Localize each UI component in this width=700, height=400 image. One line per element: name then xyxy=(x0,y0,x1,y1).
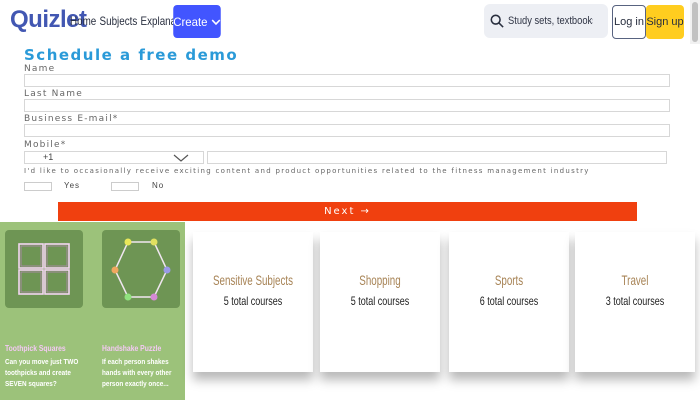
form-title: Schedule a free demo xyxy=(24,46,239,64)
course-card-travel[interactable]: Travel 3 total courses xyxy=(575,232,695,372)
nav-home[interactable]: Home xyxy=(70,14,96,28)
mobile-label: Mobile* xyxy=(24,140,67,150)
course-count: 3 total courses xyxy=(605,294,665,308)
nav-subjects[interactable]: Subjects xyxy=(100,14,138,28)
demo-form: Schedule a free demo Name Last Name Busi… xyxy=(0,44,700,224)
puzzle-title: Toothpick Squares xyxy=(5,344,66,353)
consent-yes-checkbox[interactable] xyxy=(24,182,52,191)
email-field[interactable] xyxy=(24,124,670,137)
consent-no-checkbox[interactable] xyxy=(111,182,139,191)
handshake-thumbnail xyxy=(102,230,180,308)
signup-button[interactable]: Sign up xyxy=(646,5,684,39)
chevron-down-icon xyxy=(173,154,189,162)
course-title: Sports xyxy=(494,272,524,288)
create-label: Create xyxy=(173,14,208,29)
country-code-select[interactable]: +1 xyxy=(24,151,204,164)
puzzle-description: If each person shakes hands with every o… xyxy=(102,357,172,388)
course-count: 5 total courses xyxy=(223,294,283,308)
course-count: 5 total courses xyxy=(350,294,410,308)
scrollbar-thumb[interactable] xyxy=(692,2,698,42)
create-button[interactable]: Create xyxy=(173,5,221,38)
country-code: +1 xyxy=(43,152,54,162)
hexagon-handshake-icon xyxy=(111,238,171,301)
yes-label: Yes xyxy=(64,181,81,190)
name-field[interactable] xyxy=(24,74,670,87)
course-count: 6 total courses xyxy=(479,294,539,308)
top-nav: Quizlet Home Subjects Explanations Creat… xyxy=(0,0,700,44)
toothpick-thumbnail xyxy=(5,230,83,308)
puzzle-panel: Toothpick Squares Can you move just TWO … xyxy=(0,222,185,400)
next-button[interactable]: Next → xyxy=(58,202,637,221)
chevron-down-icon xyxy=(211,18,221,25)
puzzle-card-toothpick[interactable]: Toothpick Squares Can you move just TWO … xyxy=(5,230,83,389)
course-cards: Sensitive Subjects 5 total courses Shopp… xyxy=(185,222,700,400)
search-icon xyxy=(490,14,504,28)
puzzle-description: Can you move just TWO toothpicks and cre… xyxy=(5,357,79,388)
search-input[interactable] xyxy=(508,15,593,27)
course-title: Sensitive Subjects xyxy=(212,272,294,288)
last-name-label: Last Name xyxy=(24,89,83,99)
login-button[interactable]: Log in xyxy=(612,5,646,39)
consent-text: I'd like to occasionally receive excitin… xyxy=(24,167,590,175)
course-card-shopping[interactable]: Shopping 5 total courses xyxy=(320,232,440,372)
course-title: Shopping xyxy=(359,272,401,288)
last-name-field[interactable] xyxy=(24,99,670,112)
puzzle-title: Handshake Puzzle xyxy=(102,344,162,353)
email-label: Business E-mail* xyxy=(24,114,119,124)
puzzle-card-handshake[interactable]: Handshake Puzzle If each person shakes h… xyxy=(102,230,180,389)
course-card-sensitive-subjects[interactable]: Sensitive Subjects 5 total courses xyxy=(193,232,313,372)
scrollbar[interactable] xyxy=(690,0,700,44)
no-label: No xyxy=(152,181,165,190)
search-bar[interactable] xyxy=(484,4,608,38)
page: Quizlet Home Subjects Explanations Creat… xyxy=(0,0,700,400)
mobile-field[interactable] xyxy=(207,151,667,164)
toothpick-grid-icon xyxy=(18,243,70,295)
name-label: Name xyxy=(24,64,56,74)
course-card-sports[interactable]: Sports 6 total courses xyxy=(449,232,569,372)
course-title: Travel xyxy=(621,272,649,288)
